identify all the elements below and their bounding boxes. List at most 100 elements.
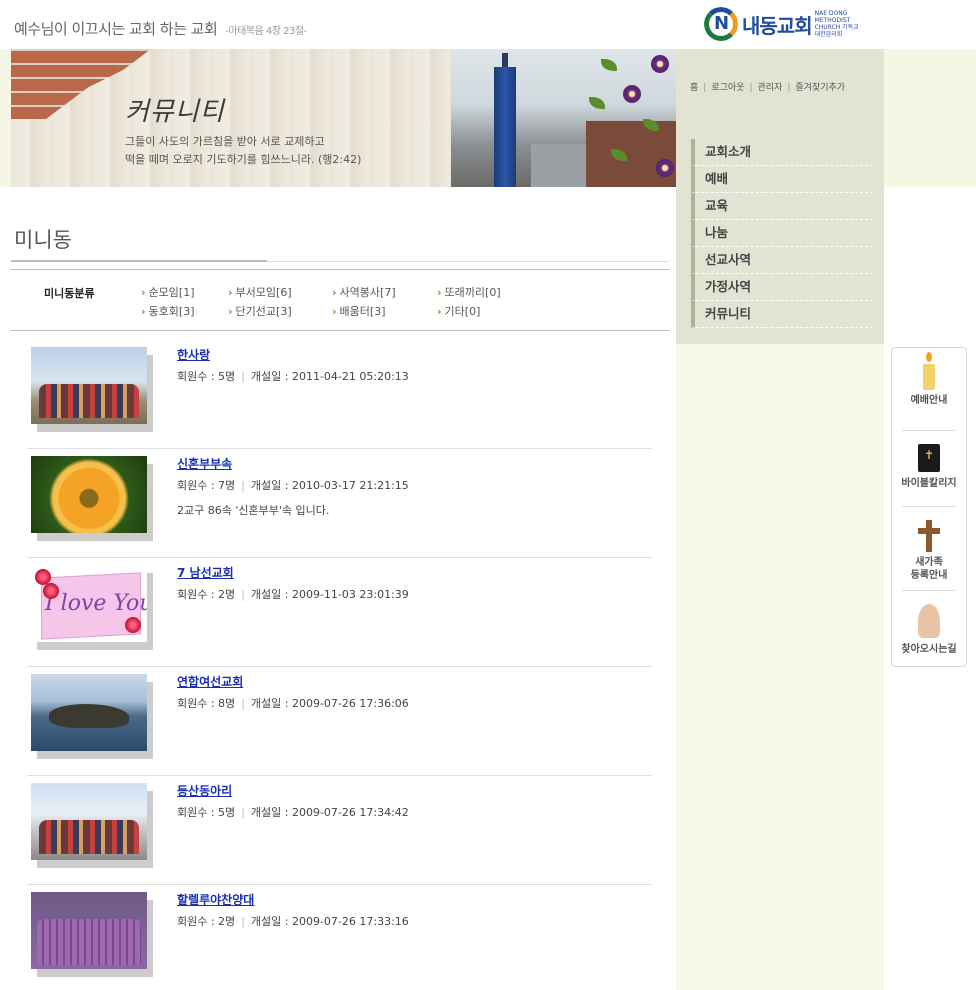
category-short-mission[interactable]: 단기선교[3] (228, 303, 292, 319)
entry-description: 2교구 86속 '신혼부부'속 입니다. (177, 504, 330, 517)
quick-divider (902, 430, 956, 431)
quick-bible-label: 바이블칼리지 (901, 478, 957, 489)
list-item: 연합여선교회 회원수 : 8명 | 개설일 : 2009-07-26 17:36:0… (27, 667, 652, 776)
logo-text: 내동교회 (742, 13, 813, 38)
quick-directions[interactable]: 찾아오시는길 (892, 604, 966, 656)
church-building-shape (586, 121, 676, 187)
building-shape (531, 144, 591, 187)
entry-date: 개설일 : 2009-07-26 17:33:16 (250, 915, 409, 928)
category-peers[interactable]: 또래끼리[0] (437, 284, 501, 300)
header-slogan: 예수님이 이끄시는 교회 하는 교회 -마태복음 4장 23절- (14, 18, 307, 42)
quick-newfamily[interactable]: 새가족 등록안내 (892, 520, 966, 582)
cross-icon (918, 520, 940, 552)
thumbnail-frame: I love You (31, 565, 153, 650)
thumbnail-frame (31, 783, 153, 868)
thumbnail-frame (31, 892, 153, 977)
util-home-link[interactable]: 홈 (690, 83, 698, 93)
community-banner: 커뮤니티 그들이 사도의 가르침을 받아 서로 교제하고 떡을 떼며 오로지 기… (11, 49, 676, 187)
utility-links: 홈 | 로그아웃 | 관리자 | 즐겨찾기추가 (690, 83, 846, 93)
entry-title[interactable]: 신혼부부속 (177, 455, 232, 472)
quick-newfamily-label2: 등록안내 (910, 570, 948, 581)
category-club[interactable]: 동호회[3] (141, 303, 195, 319)
banner-title: 커뮤니티 (125, 97, 225, 127)
banner-desc-line1: 그들이 사도의 가르침을 받아 서로 교제하고 (125, 135, 325, 148)
entry-meta: 회원수 : 7명 | 개설일 : 2010-03-17 21:21:15 (177, 479, 409, 492)
list-item: 한사랑 회원수 : 5명 | 개설일 : 2011-04-21 05:20:13 (27, 340, 652, 449)
thumbnail-image[interactable]: I love You (31, 565, 147, 642)
quick-worship-label: 예배안내 (910, 395, 948, 406)
entry-meta: 회원수 : 5명 | 개설일 : 2011-04-21 05:20:13 (177, 370, 409, 383)
quick-directions-label: 찾아오시는길 (901, 644, 957, 655)
banner-left-edge (0, 49, 11, 187)
category-ministry[interactable]: 사역봉사[7] (332, 284, 396, 300)
page: 예수님이 이끄시는 교회 하는 교회 -마태복음 4장 23절- N 내동교회 N… (0, 0, 976, 990)
menu-item-education[interactable]: 교육 (691, 193, 873, 220)
quick-newfamily-label1: 새가족 (915, 557, 943, 568)
entry-members: 회원수 : 8명 (177, 697, 236, 710)
thumbnail-image[interactable] (31, 347, 147, 424)
menu-item-community[interactable]: 커뮤니티 (691, 301, 873, 328)
entry-members: 회원수 : 2명 (177, 915, 236, 928)
praying-hands-icon (918, 604, 940, 638)
menu-item-family[interactable]: 가정사역 (691, 274, 873, 301)
entry-meta: 회원수 : 2명 | 개설일 : 2009-07-26 17:33:16 (177, 915, 409, 928)
menu-item-worship[interactable]: 예배 (691, 166, 873, 193)
banner-desc-line2: 떡을 떼며 오로지 기도하기를 힘쓰느니라. (행2:42) (125, 153, 362, 166)
bible-icon (918, 444, 940, 472)
util-logout-link[interactable]: 로그아웃 (711, 83, 744, 93)
thumbnail-image[interactable] (31, 892, 147, 969)
category-divider-bottom (11, 330, 669, 331)
entry-date: 개설일 : 2010-03-17 21:21:15 (250, 479, 409, 492)
thumbnail-image[interactable] (31, 783, 147, 860)
morning-glory-flower (623, 85, 641, 103)
church-tower-shape (494, 53, 516, 187)
side-menu: 교회소개 예배 교육 나눔 선교사역 가정사역 커뮤니티 (691, 139, 873, 328)
quick-divider (902, 590, 956, 591)
title-underline (11, 260, 267, 262)
entry-meta: 회원수 : 8명 | 개설일 : 2009-07-26 17:36:06 (177, 697, 409, 710)
thumbnail-frame (31, 674, 153, 759)
util-bookmark-link[interactable]: 즐겨찾기추가 (795, 83, 845, 93)
quick-bible-college[interactable]: 바이블칼리지 (892, 444, 966, 490)
entry-members: 회원수 : 7명 (177, 479, 236, 492)
quick-menu: 예배안내 바이블칼리지 새가족 등록안내 찾아오시는길 (891, 347, 967, 667)
list-item: 할렐루야찬양대 회원수 : 2명 | 개설일 : 2009-07-26 17:33:… (27, 885, 652, 990)
morning-glory-flower (656, 159, 674, 177)
category-etc[interactable]: 기타[0] (437, 303, 481, 319)
thumbnail-image[interactable] (31, 456, 147, 533)
category-department[interactable]: 부서모임[6] (228, 284, 292, 300)
logo-subtext: NAE DONG METHODIST CHURCH 기독교대한감리회 (814, 10, 859, 38)
entry-title[interactable]: 할렐루야찬양대 (177, 891, 254, 908)
util-admin-link[interactable]: 관리자 (758, 83, 783, 93)
quick-worship-guide[interactable]: 예배안내 (892, 352, 966, 407)
entry-members: 회원수 : 5명 (177, 806, 236, 819)
quick-divider (902, 506, 956, 507)
right-edge-strip (884, 49, 976, 187)
menu-item-about[interactable]: 교회소개 (691, 139, 873, 166)
list-item: 신혼부부속 회원수 : 7명 | 개설일 : 2010-03-17 21:21:15… (27, 449, 652, 558)
entry-title[interactable]: 한사랑 (177, 346, 210, 363)
entry-title[interactable]: 등산동아리 (177, 782, 232, 799)
menu-item-sharing[interactable]: 나눔 (691, 220, 873, 247)
menu-item-mission[interactable]: 선교사역 (691, 247, 873, 274)
category-learning[interactable]: 배움터[3] (332, 303, 386, 319)
entry-date: 개설일 : 2009-07-26 17:36:06 (250, 697, 409, 710)
entry-members: 회원수 : 2명 (177, 588, 236, 601)
thumbnail-image[interactable] (31, 674, 147, 751)
love-text: I love You (45, 591, 147, 616)
thumbnail-frame (31, 456, 153, 541)
entry-date: 개설일 : 2009-07-26 17:34:42 (250, 806, 409, 819)
list-item: 등산동아리 회원수 : 5명 | 개설일 : 2009-07-26 17:34:42 (27, 776, 652, 885)
entry-title[interactable]: 7 남선교회 (177, 564, 234, 581)
church-logo[interactable]: N 내동교회 NAE DONG METHODIST CHURCH 기독교대한감리… (704, 6, 864, 42)
category-label: 미니동분류 (44, 287, 95, 300)
entry-meta: 회원수 : 5명 | 개설일 : 2009-07-26 17:34:42 (177, 806, 409, 819)
entry-date: 개설일 : 2009-11-03 23:01:39 (250, 588, 409, 601)
entry-title[interactable]: 연합여선교회 (177, 673, 243, 690)
category-sunmoim[interactable]: 순모임[1] (141, 284, 195, 300)
slogan-verse: -마태복음 4장 23절- (225, 26, 307, 37)
thumbnail-frame (31, 347, 153, 432)
entry-meta: 회원수 : 2명 | 개설일 : 2009-11-03 23:01:39 (177, 588, 409, 601)
banner-description: 그들이 사도의 가르침을 받아 서로 교제하고 떡을 떼며 오로지 기도하기를 … (125, 133, 445, 169)
logo-mark-icon: N (704, 7, 738, 41)
